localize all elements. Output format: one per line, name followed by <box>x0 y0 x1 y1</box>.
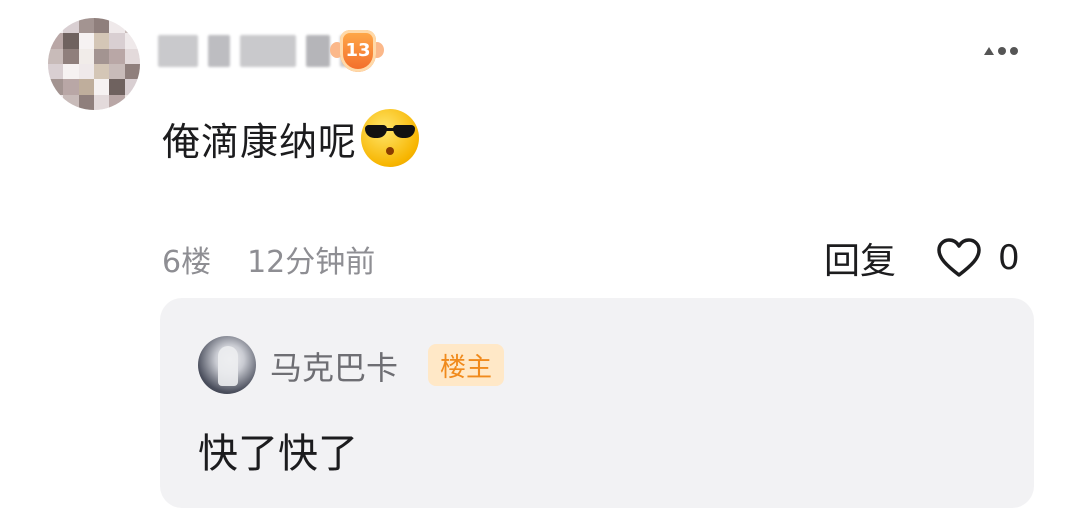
heart-icon <box>937 238 981 277</box>
comment-meta: 6楼 12分钟前 <box>162 238 375 280</box>
level-number: 13 <box>345 40 371 61</box>
sub-reply-text: 快了快了 <box>198 431 358 477</box>
original-poster-tag: 楼主 <box>428 344 505 386</box>
comment-body: 俺滴康纳呢 <box>162 108 420 168</box>
floor-number: 6楼 <box>162 245 212 280</box>
comment-time: 12分钟前 <box>247 245 376 280</box>
like-count: 0 <box>998 238 1020 278</box>
cool-sunglasses-emoji-icon <box>361 109 420 167</box>
comment-item: 13 俺滴康纳呢 6楼 12分钟前 回复 0 马克巴卡 楼主 快了快了 <box>0 0 1080 512</box>
comment-text: 俺滴康纳呢 <box>162 119 358 164</box>
like-button[interactable]: 0 <box>936 237 1020 279</box>
sub-reply-avatar[interactable] <box>198 336 256 394</box>
user-avatar[interactable] <box>48 18 140 110</box>
comment-actions: 回复 0 <box>824 234 1020 282</box>
reply-button[interactable]: 回复 <box>824 232 896 284</box>
sub-reply-author[interactable]: 马克巴卡 <box>270 344 398 388</box>
sub-reply-box[interactable]: 马克巴卡 楼主 快了快了 <box>160 298 1034 508</box>
more-options-icon[interactable] <box>984 40 1028 62</box>
level-badge: 13 <box>330 28 384 76</box>
